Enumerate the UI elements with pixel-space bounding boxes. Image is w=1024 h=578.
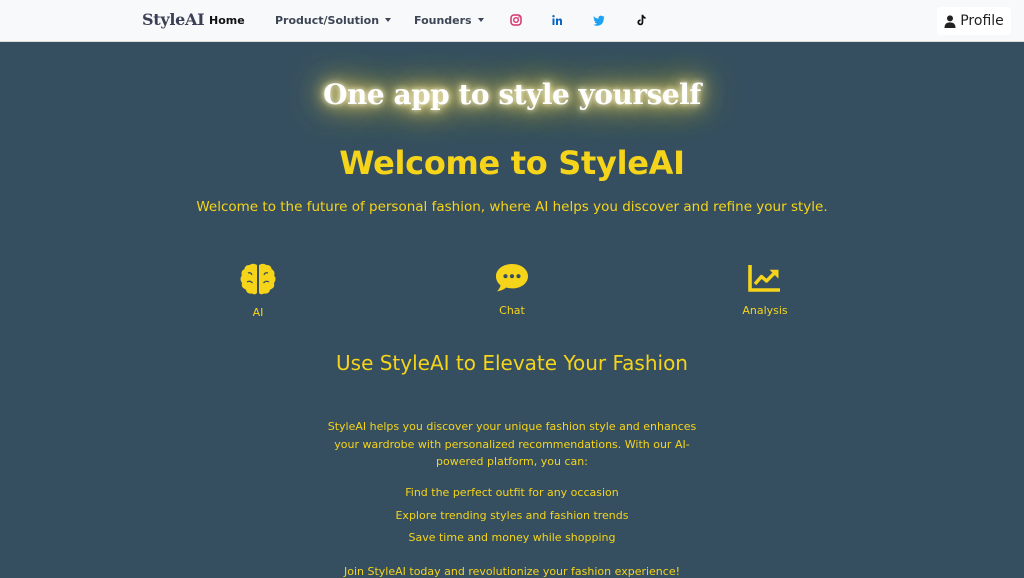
page-subtitle: Welcome to the future of personal fashio… <box>196 199 828 215</box>
instagram-icon[interactable] <box>509 13 523 27</box>
brand-logo[interactable]: StyleAI <box>142 10 205 29</box>
nav-home-link[interactable]: Home <box>209 14 245 27</box>
chevron-down-icon <box>477 18 484 22</box>
section-title: Use StyleAI to Elevate Your Fashion <box>336 351 688 375</box>
nav-product-label: Product/Solution <box>275 14 380 27</box>
chevron-down-icon <box>385 18 392 22</box>
page-title: Welcome to StyleAI <box>339 144 685 182</box>
profile-label: Profile <box>960 13 1004 29</box>
tiktok-icon[interactable] <box>634 13 648 27</box>
chart-line-icon <box>748 265 780 292</box>
chat-icon <box>496 264 528 292</box>
cta-text: Join StyleAI today and revolutionize you… <box>343 565 680 578</box>
list-item: Save time and money while shopping <box>408 531 616 544</box>
hero-tagline: One app to style yourself <box>323 78 701 111</box>
brain-icon <box>240 263 276 295</box>
feature-analysis-label: Analysis <box>742 304 788 317</box>
feature-analysis: Analysis <box>705 262 825 317</box>
feature-ai-label: AI <box>252 306 264 319</box>
nav-founders-dropdown[interactable]: Founders <box>414 14 484 27</box>
nav-founders-label: Founders <box>414 14 472 27</box>
feature-chat-label: Chat <box>499 304 525 317</box>
feature-chat: Chat <box>452 262 572 317</box>
profile-button[interactable]: Profile <box>937 7 1011 35</box>
linkedin-icon[interactable] <box>550 13 564 27</box>
navbar: StyleAI Home Product/Solution Founders P… <box>0 0 1024 42</box>
user-icon <box>944 14 956 28</box>
nav-product-dropdown[interactable]: Product/Solution <box>275 14 392 27</box>
section-body: StyleAI helps you discover your unique f… <box>327 420 697 468</box>
list-item: Explore trending styles and fashion tren… <box>395 508 629 522</box>
twitter-icon[interactable] <box>592 13 606 27</box>
benefits-list: Find the perfect outfit for any occasion… <box>0 486 1024 554</box>
feature-ai: AI <box>198 262 318 319</box>
list-item: Find the perfect outfit for any occasion <box>405 486 619 499</box>
